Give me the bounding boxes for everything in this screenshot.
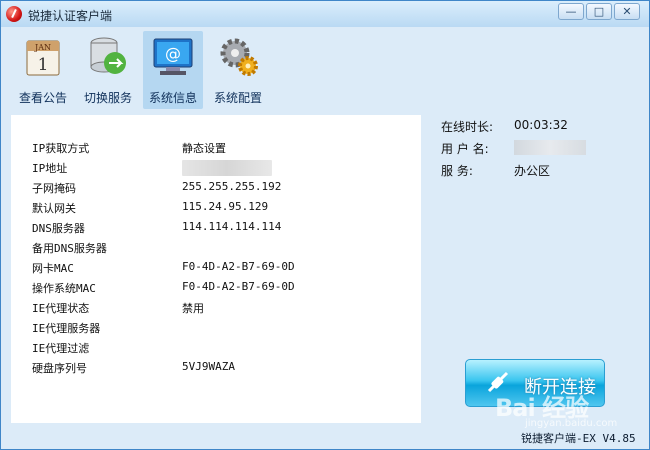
info-row: IE代理过滤 (32, 340, 412, 358)
info-row: 子网掩码 255.255.255.192 (32, 180, 412, 198)
title-bar[interactable]: 锐捷认证客户端 — □ ✕ (1, 1, 649, 27)
info-row: 默认网关 115.24.95.129 (32, 200, 412, 218)
window-title: 锐捷认证客户端 (28, 9, 113, 23)
info-value: 静态设置 (182, 142, 226, 155)
info-row: 操作系统MAC F0-4D-A2-B7-69-0D (32, 280, 412, 298)
app-window: 锐捷认证客户端 — □ ✕ JAN 1 查看公告 切换服务 @ 系统信息 系统配… (0, 0, 650, 450)
toolbar-label: 系统信息 (148, 91, 197, 105)
svg-text:JAN: JAN (34, 43, 51, 52)
username-label: 用 户 名: (441, 142, 489, 156)
info-label: 硬盘序列号 (32, 362, 87, 375)
info-row: IP地址 (32, 160, 412, 178)
online-time-value: 00:03:32 (514, 118, 568, 132)
info-label: 备用DNS服务器 (32, 242, 107, 255)
calendar-icon: JAN 1 (26, 40, 60, 76)
info-value: 114.114.114.114 (182, 220, 282, 233)
info-label: IE代理服务器 (32, 322, 101, 335)
close-button[interactable]: ✕ (614, 3, 640, 20)
info-label: 网卡MAC (32, 262, 74, 275)
redacted-username (514, 140, 586, 155)
online-time-row: 在线时长: 00:03:32 (441, 118, 641, 136)
info-value: 255.255.255.192 (182, 180, 282, 193)
info-label: DNS服务器 (32, 222, 85, 235)
version-footer: 锐捷客户端-EX V4.85 (521, 432, 636, 445)
main-toolbar: JAN 1 查看公告 切换服务 @ 系统信息 系统配置 (1, 27, 649, 111)
info-label: IE代理状态 (32, 302, 90, 315)
toolbar-system-info[interactable]: @ 系统信息 (143, 31, 203, 109)
service-switch-icon (90, 37, 126, 74)
info-row: IE代理状态 禁用 (32, 300, 412, 318)
toolbar-label: 切换服务 (83, 91, 132, 105)
info-row: IP获取方式 静态设置 (32, 140, 412, 158)
monitor-email-icon: @ (153, 38, 193, 75)
info-row: 网卡MAC F0-4D-A2-B7-69-0D (32, 260, 412, 278)
info-row: DNS服务器 114.114.114.114 (32, 220, 412, 238)
info-value: F0-4D-A2-B7-69-0D (182, 280, 295, 293)
toolbar-system-config[interactable]: 系统配置 (208, 31, 268, 109)
info-label: 默认网关 (32, 202, 76, 215)
info-value: 5VJ9WAZA (182, 360, 235, 373)
service-row: 服 务: 办公区 (441, 162, 641, 180)
username-row: 用 户 名: (441, 140, 641, 158)
toolbar-switch-service[interactable]: 切换服务 (78, 31, 138, 109)
baidu-watermark-url: jingyan.baidu.com (525, 418, 618, 429)
maximize-button[interactable]: □ (586, 3, 612, 20)
svg-text:@: @ (165, 44, 181, 63)
info-label: IP地址 (32, 162, 68, 175)
app-logo-icon (6, 6, 22, 22)
info-value: 115.24.95.129 (182, 200, 269, 213)
gear-icon (220, 38, 258, 76)
toolbar-label: 查看公告 (18, 91, 67, 105)
svg-text:1: 1 (38, 55, 49, 75)
info-row: 备用DNS服务器 (32, 240, 412, 258)
minimize-button[interactable]: — (558, 3, 584, 20)
info-value: F0-4D-A2-B7-69-0D (182, 260, 295, 273)
info-label: IE代理过滤 (32, 342, 90, 355)
toolbar-label: 系统配置 (213, 91, 262, 105)
service-value: 办公区 (514, 164, 551, 178)
redacted-ip-address (182, 160, 272, 176)
info-label: 操作系统MAC (32, 282, 96, 295)
info-value: 禁用 (182, 302, 204, 315)
info-label: 子网掩码 (32, 182, 76, 195)
system-info-panel: IP获取方式 静态设置 IP地址 子网掩码 255.255.255.192 默认网关… (11, 115, 421, 423)
info-label: IP获取方式 (32, 142, 90, 155)
toolbar-view-announcement[interactable]: JAN 1 查看公告 (13, 31, 73, 109)
online-time-label: 在线时长: (441, 120, 494, 134)
service-label: 服 务: (441, 164, 473, 178)
info-row: 硬盘序列号 5VJ9WAZA (32, 360, 412, 378)
info-row: IE代理服务器 (32, 320, 412, 338)
